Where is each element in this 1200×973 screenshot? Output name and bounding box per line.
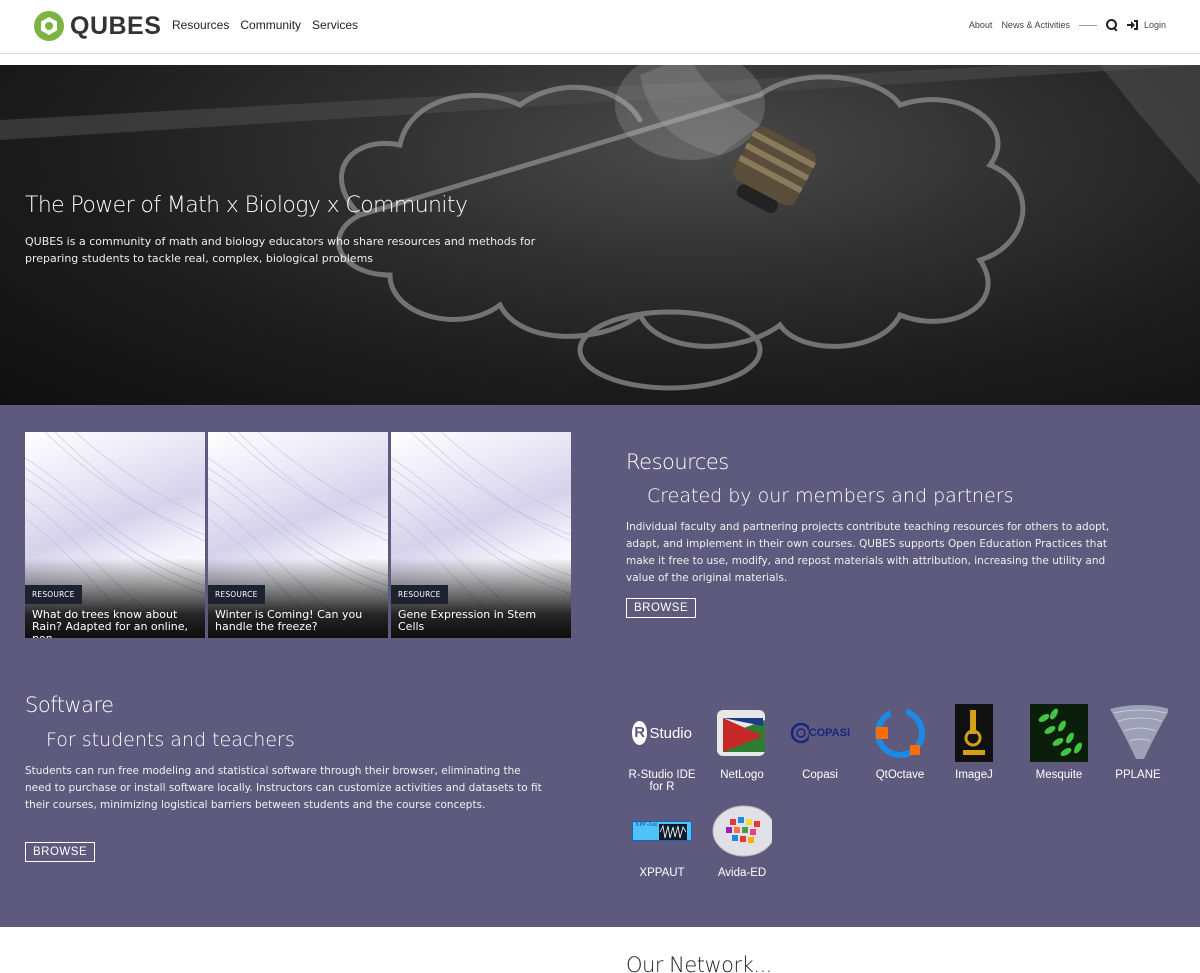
login-link[interactable]: Login (1126, 20, 1166, 30)
tool-label: Copasi (802, 769, 838, 781)
nav-news[interactable]: News & Activities (1001, 20, 1070, 30)
xppaut-icon: XPP-Aut (632, 801, 692, 861)
qubes-logo[interactable]: QUBES (34, 11, 161, 41)
nav-services[interactable]: Services (312, 18, 358, 32)
netlogo-icon (712, 703, 772, 763)
logo-text: QUBES (70, 11, 162, 40)
main-nav: Resources Community Services (172, 18, 358, 32)
hero-banner: The Power of Math x Biology x Community … (0, 65, 1200, 405)
tool-label: ImageJ (955, 769, 993, 781)
tool-mesquite[interactable]: Mesquite (1019, 703, 1099, 781)
resource-card[interactable]: RESOURCE What do trees know about Rain? … (25, 432, 205, 638)
resource-card-title[interactable]: Gene Expression in Stem Cells (398, 609, 564, 633)
featured-section: RESOURCE What do trees know about Rain? … (0, 405, 1200, 927)
tool-label: PPLANE (1115, 769, 1161, 781)
nav-community[interactable]: Community (240, 18, 301, 32)
tool-label: QtOctave (875, 769, 925, 781)
software-heading: Software (25, 693, 114, 717)
resources-subheading: Created by our members and partners (647, 485, 1014, 507)
tool-label: Mesquite (1035, 769, 1083, 781)
resource-badge: RESOURCE (208, 585, 265, 604)
imagej-icon (944, 703, 1004, 763)
tool-rstudio[interactable]: R Studio R-Studio IDE for R (622, 703, 702, 793)
avida-icon (712, 801, 772, 861)
tool-xppaut[interactable]: XPP-Aut XPPAUT (622, 801, 702, 879)
tool-imagej[interactable]: ImageJ (934, 703, 1014, 781)
resource-badge: RESOURCE (391, 585, 448, 604)
resources-description: Individual faculty and partnering projec… (626, 521, 1110, 584)
tool-label: NetLogo (720, 769, 764, 781)
tool-label: XPPAUT (639, 867, 685, 879)
mesquite-icon (1029, 703, 1089, 763)
divider (1078, 24, 1097, 26)
browse-resources-button[interactable]: BROWSE (626, 598, 697, 618)
login-label: Login (1143, 20, 1166, 30)
qubes-logo-icon (34, 11, 64, 41)
search-icon[interactable] (1105, 19, 1118, 31)
resource-card-title[interactable]: What do trees know about Rain? Adapted f… (32, 609, 198, 639)
hero-title: The Power of Math x Biology x Community (25, 193, 468, 218)
nav-about[interactable]: About (969, 20, 993, 30)
tool-label: Avida-ED (717, 867, 767, 879)
hero-description: QUBES is a community of math and biology… (25, 235, 536, 265)
copasi-icon: COPASI (790, 703, 850, 763)
resource-badge: RESOURCE (25, 585, 82, 604)
software-description: Students can run free modeling and stati… (25, 765, 542, 811)
utility-nav: About News & Activities Login (969, 19, 1166, 31)
software-subheading: For students and teachers (46, 729, 295, 751)
qtoctave-icon (870, 703, 930, 763)
resource-cards: RESOURCE What do trees know about Rain? … (25, 432, 571, 638)
tool-label: R-Studio IDE for R (628, 769, 696, 793)
login-icon (1126, 20, 1138, 30)
tool-copasi[interactable]: COPASI Copasi (780, 703, 860, 781)
network-heading: Our Network... (626, 953, 772, 973)
resource-card[interactable]: RESOURCE Gene Expression in Stem Cells (391, 432, 571, 638)
tool-pplane[interactable]: PPLANE (1098, 703, 1178, 781)
tool-qtoctave[interactable]: QtOctave (860, 703, 940, 781)
resources-heading: Resources (626, 450, 729, 474)
site-header: QUBES Resources Community Services About… (0, 0, 1200, 54)
rstudio-icon: R Studio (632, 703, 692, 763)
tool-avida[interactable]: Avida-ED (702, 801, 782, 879)
browse-software-button[interactable]: BROWSE (25, 842, 96, 862)
nav-resources[interactable]: Resources (172, 18, 229, 32)
pplane-icon (1108, 703, 1168, 763)
tool-netlogo[interactable]: NetLogo (702, 703, 782, 781)
resource-card-title[interactable]: Winter is Coming! Can you handle the fre… (215, 609, 381, 633)
resource-card[interactable]: RESOURCE Winter is Coming! Can you handl… (208, 432, 388, 638)
